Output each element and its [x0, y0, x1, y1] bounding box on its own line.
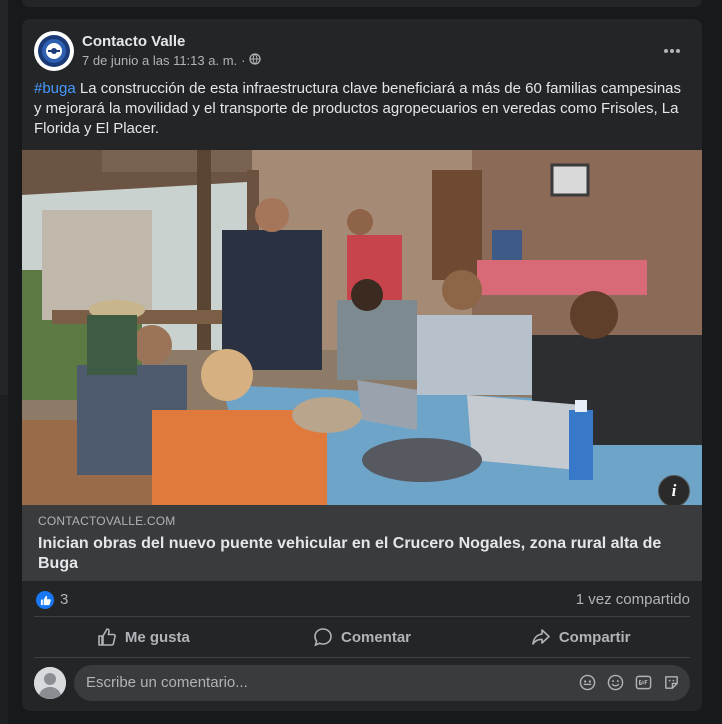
globe-icon — [249, 53, 262, 68]
post-body: La construcción de esta infraestructura … — [34, 80, 682, 137]
actions-divider — [34, 657, 690, 658]
like-count[interactable]: 3 — [60, 591, 68, 608]
user-avatar[interactable] — [34, 667, 66, 699]
comment-label: Comentar — [341, 628, 412, 646]
avatar-sticker-icon[interactable] — [578, 673, 596, 691]
left-column-panel — [0, 395, 8, 724]
gif-icon[interactable] — [634, 673, 652, 691]
like-reaction-icon[interactable] — [36, 591, 54, 609]
like-button[interactable]: Me gusta — [34, 618, 253, 656]
thumbs-up-icon — [98, 628, 116, 646]
post-author[interactable]: Contacto Valle — [82, 33, 185, 50]
sticker-icon[interactable] — [662, 673, 680, 691]
meta-separator: · — [241, 53, 246, 68]
like-label: Me gusta — [124, 628, 190, 646]
comment-composer: Escribe un comentario... — [34, 665, 690, 701]
link-preview-image[interactable]: i — [22, 150, 702, 505]
post-text: #buga La construcción de esta infraestru… — [34, 79, 686, 139]
info-button[interactable]: i — [658, 475, 690, 505]
post-header: Contacto Valle 7 de junio a las 11:13 a.… — [34, 31, 690, 71]
hashtag-link[interactable]: #buga — [34, 80, 76, 97]
link-preview-box[interactable]: CONTACTOVALLE.COM Inician obras del nuev… — [22, 505, 702, 581]
comment-bubble-icon — [314, 628, 332, 647]
comment-tools — [578, 673, 680, 691]
share-count[interactable]: 1 vez compartido — [576, 591, 690, 608]
comment-placeholder: Escribe un comentario... — [86, 674, 248, 691]
emoji-icon[interactable] — [606, 673, 624, 691]
more-options-button[interactable] — [658, 37, 686, 65]
post-meta: 7 de junio a las 11:13 a. m. · — [82, 53, 262, 68]
comment-button[interactable]: Comentar — [253, 618, 472, 656]
share-button[interactable]: Compartir — [471, 618, 690, 656]
ellipsis-icon — [664, 49, 680, 53]
share-arrow-icon — [532, 629, 550, 645]
share-label: Compartir — [558, 628, 631, 646]
default-user-icon — [34, 667, 66, 699]
post-actions: Me gusta Comentar Compartir — [34, 618, 690, 656]
contacto-valle-logo — [35, 32, 73, 70]
link-domain: CONTACTOVALLE.COM — [38, 514, 176, 528]
link-title[interactable]: Inician obras del nuevo puente vehicular… — [38, 534, 678, 574]
post-card: Contacto Valle 7 de junio a las 11:13 a.… — [22, 19, 702, 711]
page-avatar[interactable] — [34, 31, 74, 71]
comment-input[interactable]: Escribe un comentario... — [74, 665, 690, 701]
stats-divider — [34, 616, 690, 617]
meeting-photo — [22, 150, 702, 505]
reaction-stats: 3 1 vez compartido — [34, 589, 690, 611]
previous-post-card — [22, 0, 702, 7]
post-timestamp[interactable]: 7 de junio a las 11:13 a. m. — [82, 53, 237, 68]
